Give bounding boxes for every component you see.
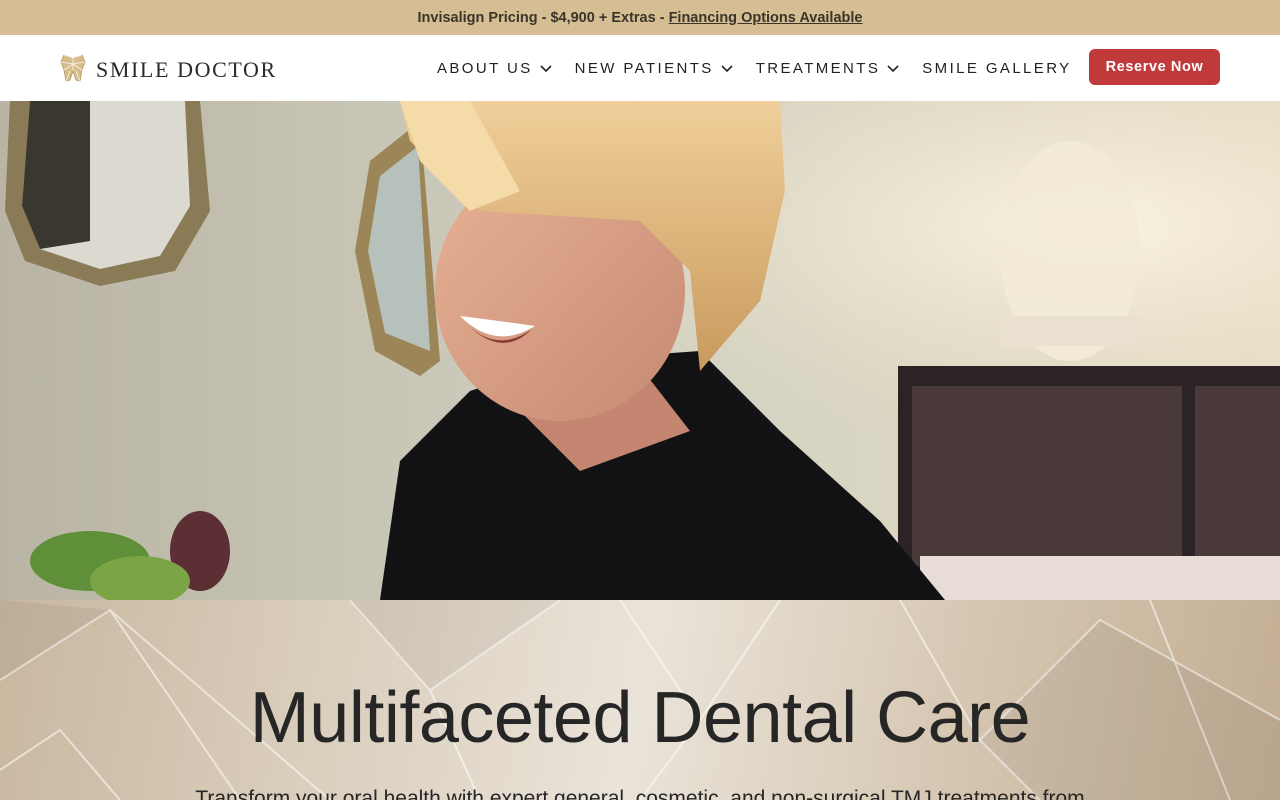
tooth-icon (60, 53, 86, 83)
reserve-now-button[interactable]: Reserve Now (1089, 49, 1220, 85)
financing-options-link[interactable]: Financing Options Available (669, 10, 863, 26)
nav-smile-gallery-label: SMILE GALLERY (922, 59, 1072, 77)
chevron-down-icon (540, 65, 552, 73)
section-heading: Multifaceted Dental Care (249, 678, 1031, 758)
chevron-down-icon (887, 65, 899, 73)
announcement-pricing-text: Invisalign Pricing - $4,900 + Extras - (417, 9, 665, 26)
chevron-down-icon (721, 65, 733, 73)
intro-section: Multifaceted Dental Care Transform your … (0, 600, 1280, 800)
nav-new-patients[interactable]: NEW PATIENTS (575, 60, 734, 77)
hero-image (0, 101, 1280, 600)
announcement-bar: Invisalign Pricing - $4,900 + Extras - F… (0, 0, 1280, 35)
site-header: SMILE DOCTOR ABOUT US NEW PATIENTS TREAT… (0, 35, 1280, 101)
nav-about-us-label: ABOUT US (437, 59, 533, 77)
nav-new-patients-label: NEW PATIENTS (574, 59, 714, 77)
section-intro-text: Transform your oral health with expert g… (195, 787, 1085, 800)
nav-about-us[interactable]: ABOUT US (437, 60, 553, 77)
main-nav: ABOUT US NEW PATIENTS TREATMENTS SMILE G… (437, 35, 1072, 101)
logo[interactable]: SMILE DOCTOR (60, 53, 277, 83)
nav-smile-gallery[interactable]: SMILE GALLERY (922, 60, 1071, 77)
nav-treatments[interactable]: TREATMENTS (756, 60, 901, 77)
nav-treatments-label: TREATMENTS (755, 59, 881, 77)
logo-text: SMILE DOCTOR (96, 56, 277, 82)
